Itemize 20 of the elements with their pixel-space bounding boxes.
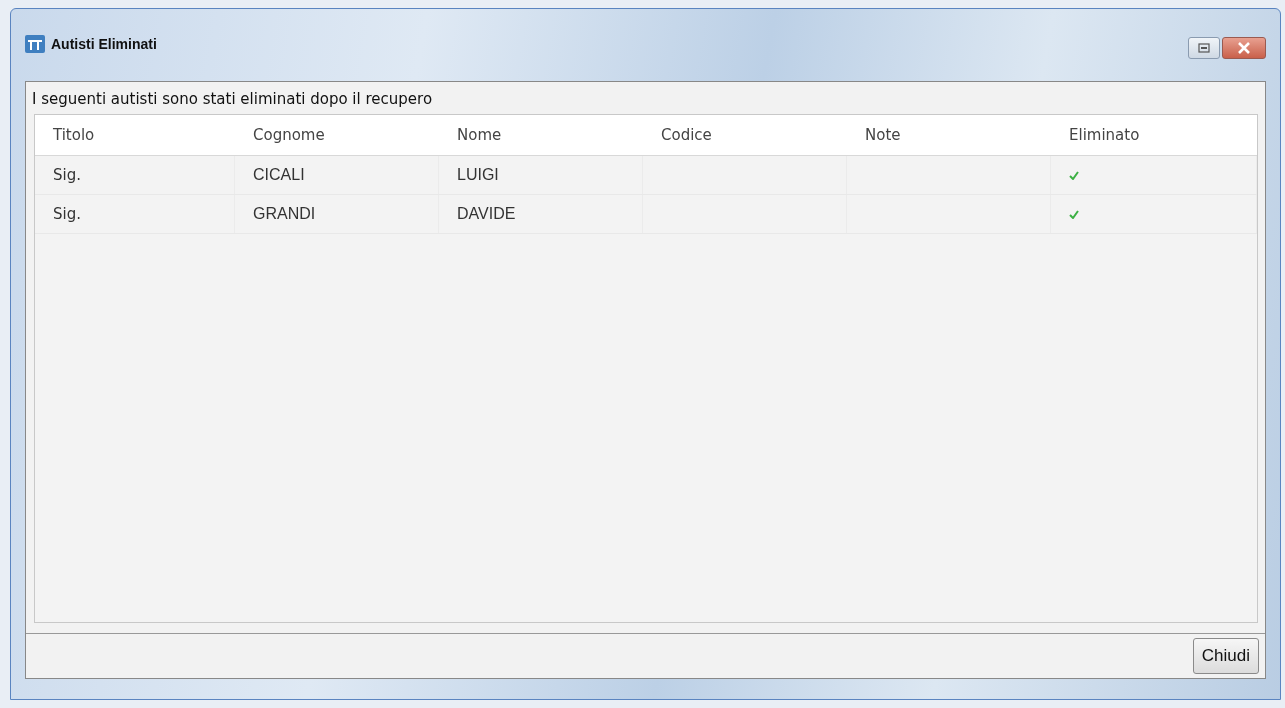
table-cell: Sig.	[35, 195, 235, 233]
column-header[interactable]: Titolo	[35, 115, 235, 155]
close-icon	[1237, 42, 1251, 54]
column-header[interactable]: Eliminato	[1051, 115, 1257, 155]
table-cell: LUIGI	[439, 156, 643, 194]
table-cell: GRANDI	[235, 195, 439, 233]
table-cell: DAVIDE	[439, 195, 643, 233]
column-header[interactable]: Nome	[439, 115, 643, 155]
maximize-button[interactable]	[1188, 37, 1220, 59]
close-dialog-button[interactable]: Chiudi	[1192, 638, 1259, 674]
column-header[interactable]: Codice	[643, 115, 847, 155]
table-cell: Sig.	[35, 156, 235, 194]
table-cell: CICALI	[235, 156, 439, 194]
message-text: I seguenti autisti sono stati eliminati dopo il recupero	[31, 89, 434, 110]
maximize-icon	[1198, 43, 1210, 53]
close-button[interactable]	[1222, 37, 1266, 59]
app-icon	[25, 35, 45, 53]
window-title: Autisti Eliminati	[51, 36, 157, 52]
column-header[interactable]: Cognome	[235, 115, 439, 155]
column-header[interactable]: Note	[847, 115, 1051, 155]
